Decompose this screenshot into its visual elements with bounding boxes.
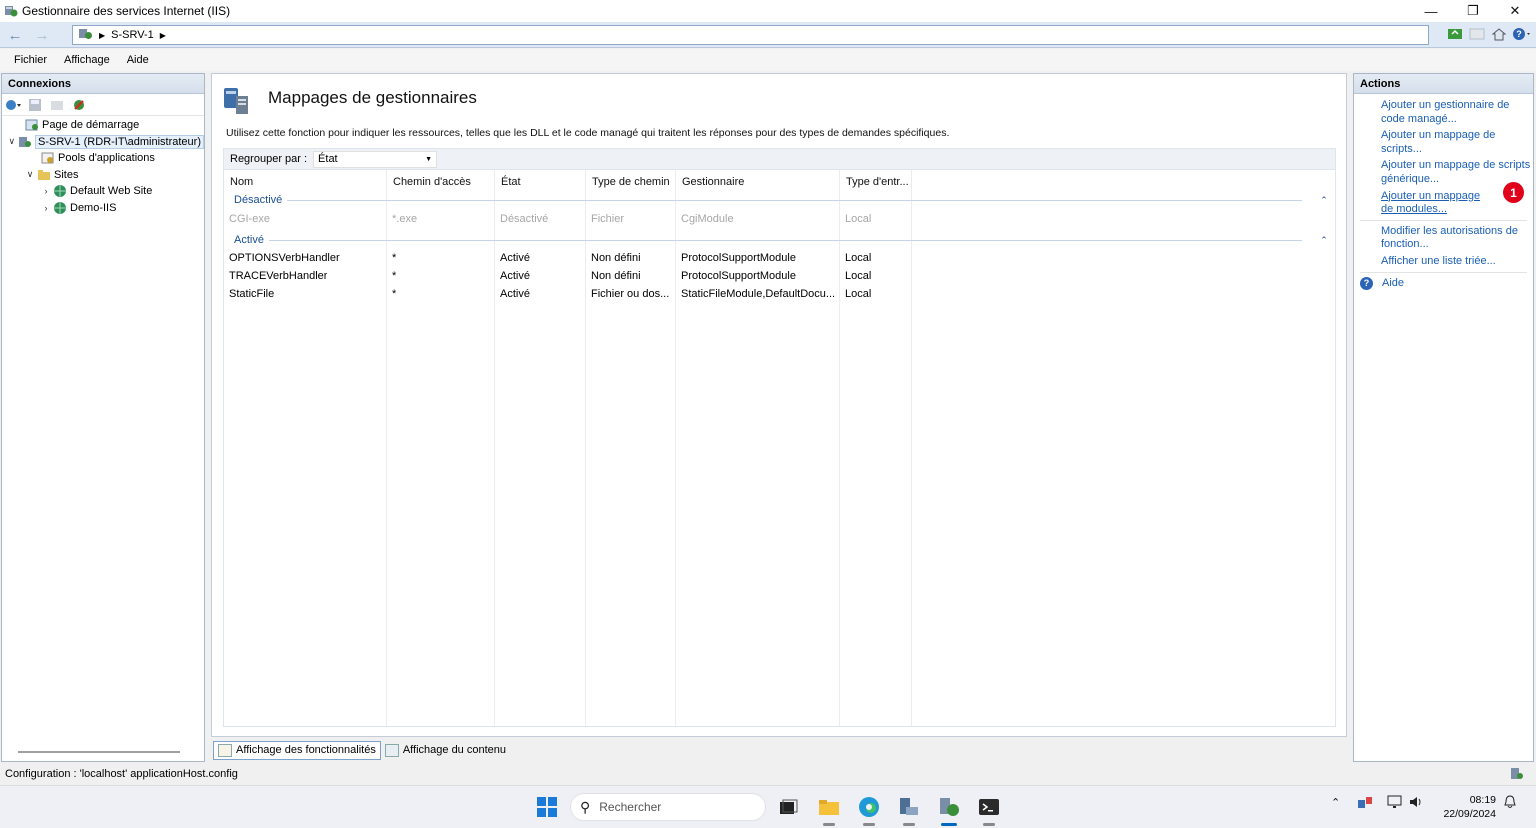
address-row: ← → ▶ S-SRV-1 ▶ ?	[0, 22, 1536, 48]
group-by-select[interactable]: État ▼	[313, 150, 438, 168]
view-ordered-list-link[interactable]: Afficher une liste triée...	[1354, 255, 1533, 269]
group-by-bar: Regrouper par : État ▼	[223, 148, 1336, 170]
sites-folder-icon	[36, 168, 52, 182]
help-dropdown-icon[interactable]: ?	[1512, 25, 1530, 43]
volume-icon[interactable]	[1408, 794, 1424, 813]
minimize-icon[interactable]: —	[1410, 0, 1452, 22]
tree-item-app-pools[interactable]: Pools d'applications	[2, 150, 204, 167]
close-icon[interactable]: ✕	[1494, 0, 1536, 22]
status-server-icon	[1510, 767, 1524, 781]
taskbar-search[interactable]: ⚲ Rechercher	[570, 793, 766, 821]
table-row[interactable]: StaticFile * Activé Fichier ou dos... St…	[223, 285, 1336, 303]
expand-chevron-icon[interactable]: ›	[40, 186, 52, 196]
network-adapter-icon[interactable]	[1357, 794, 1373, 813]
search-icon: ⚲	[580, 798, 591, 815]
tree-item-start-page[interactable]: Page de démarrage	[2, 117, 204, 134]
server-manager-icon[interactable]	[897, 795, 921, 826]
iis-app-icon	[4, 4, 18, 18]
menu-fichier[interactable]: Fichier	[14, 54, 47, 66]
restore-icon[interactable]: ❐	[1452, 0, 1494, 22]
breadcrumb-server[interactable]: S-SRV-1	[111, 29, 154, 41]
content-view-icon	[384, 743, 399, 757]
server-icon	[79, 28, 93, 43]
connections-panel: Connexions Page de démarrage ∨ S-SRV-1 (…	[1, 73, 205, 762]
server-icon	[18, 135, 33, 149]
edit-feature-permissions-link[interactable]: Modifier les autorisations de fonction..…	[1354, 225, 1533, 252]
tab-features-view[interactable]: Affichage des fonctionnalités	[213, 740, 381, 760]
file-explorer-icon[interactable]	[817, 795, 841, 826]
collapse-chevron-icon[interactable]: ∨	[6, 136, 18, 147]
expand-chevron-icon[interactable]: ›	[40, 203, 52, 213]
status-text: Configuration : 'localhost' applicationH…	[5, 768, 238, 780]
taskbar: ⚲ Rechercher ⌃ 08:19 22/09/2024	[0, 785, 1536, 828]
iis-manager-taskbar-icon[interactable]	[937, 795, 961, 826]
group-header-disabled[interactable]: Désactivé ⌃	[223, 191, 1336, 209]
table-row[interactable]: OPTIONSVerbHandler * Activé Non défini P…	[223, 249, 1336, 267]
edge-browser-icon[interactable]	[857, 795, 881, 826]
save-icon[interactable]	[27, 97, 43, 113]
view-tabs: Affichage des fonctionnalités Affichage …	[213, 740, 510, 760]
step-badge: 1	[1503, 182, 1524, 203]
window-title: Gestionnaire des services Internet (IIS)	[22, 4, 231, 18]
taskview-icon[interactable]	[777, 795, 801, 819]
actions-panel: Actions Ajouter un gestionnaire de code …	[1353, 73, 1534, 762]
collapse-group-icon[interactable]: ⌃	[1318, 195, 1330, 206]
breadcrumb-arrow-icon[interactable]: ▶	[160, 31, 166, 40]
page-title: Mappages de gestionnaires	[268, 88, 477, 107]
menu-affichage[interactable]: Affichage	[64, 54, 110, 66]
start-page-icon	[24, 118, 40, 132]
collapse-group-icon[interactable]: ⌃	[1318, 235, 1330, 246]
add-script-map-link[interactable]: Ajouter un mappage de scripts...	[1354, 129, 1533, 156]
globe-icon	[52, 201, 68, 215]
svg-text:?: ?	[1516, 29, 1522, 39]
windows-start-icon[interactable]	[537, 797, 557, 817]
tree-item-sites[interactable]: ∨ Sites	[2, 167, 204, 184]
table-row[interactable]: TRACEVerbHandler * Activé Non défini Pro…	[223, 267, 1336, 285]
terminal-icon[interactable]	[977, 795, 1001, 826]
refresh-icon[interactable]	[1446, 25, 1464, 43]
app-pools-icon	[40, 151, 56, 165]
menu-bar: Fichier Affichage Aide	[0, 49, 1536, 71]
connections-header: Connexions	[2, 74, 204, 94]
page-description: Utilisez cette fonction pour indiquer le…	[226, 127, 950, 139]
status-bar: Configuration : 'localhost' applicationH…	[0, 764, 1536, 784]
up-level-icon[interactable]	[49, 97, 65, 113]
stop-icon[interactable]	[1468, 25, 1486, 43]
tree-item-server[interactable]: ∨ S-SRV-1 (RDR-IT\administrateur)	[2, 134, 204, 151]
tree-item-demo-iis[interactable]: › Demo-IIS	[2, 200, 204, 217]
table-row[interactable]: CGI-exe *.exe Désactivé Fichier CgiModul…	[223, 210, 1336, 228]
title-bar: Gestionnaire des services Internet (IIS)…	[0, 0, 1536, 22]
connections-tree: Page de démarrage ∨ S-SRV-1 (RDR-IT\admi…	[2, 116, 204, 216]
group-by-label: Regrouper par :	[230, 153, 308, 165]
help-icon: ?	[1360, 276, 1373, 290]
back-arrow-icon[interactable]: ←	[5, 25, 25, 45]
grid-body: Désactivé ⌃ CGI-exe *.exe Désactivé Fich…	[223, 170, 1336, 310]
add-wildcard-script-map-link[interactable]: Ajouter un mappage de scripts générique.…	[1354, 159, 1533, 186]
connections-toolbar	[2, 94, 204, 116]
tree-item-default-web-site[interactable]: › Default Web Site	[2, 183, 204, 200]
address-bar[interactable]: ▶ S-SRV-1 ▶	[72, 25, 1429, 45]
dropdown-arrow-icon: ▼	[425, 155, 433, 163]
handler-mappings-icon	[222, 86, 252, 116]
home-icon[interactable]	[1490, 25, 1508, 43]
tab-content-view[interactable]: Affichage du contenu	[381, 741, 510, 760]
disconnect-icon[interactable]	[71, 97, 87, 113]
network-icon[interactable]	[1387, 794, 1403, 813]
forward-arrow-icon[interactable]: →	[32, 25, 52, 45]
breadcrumb-arrow-icon: ▶	[99, 30, 106, 40]
menu-aide[interactable]: Aide	[127, 54, 149, 66]
notification-bell-icon[interactable]	[1503, 794, 1517, 813]
features-view-icon	[218, 743, 232, 757]
connect-icon[interactable]	[5, 97, 21, 113]
actions-header: Actions	[1354, 74, 1533, 94]
collapse-chevron-icon[interactable]: ∨	[24, 169, 36, 180]
horizontal-scrollbar[interactable]	[18, 751, 180, 753]
taskbar-clock[interactable]: 08:19 22/09/2024	[1440, 793, 1496, 821]
globe-icon	[52, 184, 68, 198]
group-header-enabled[interactable]: Activé ⌃	[223, 231, 1336, 249]
add-managed-handler-link[interactable]: Ajouter un gestionnaire de code managé..…	[1354, 99, 1533, 126]
help-action[interactable]: ? Aide	[1354, 276, 1533, 290]
show-hidden-icons-chevron-icon[interactable]: ⌃	[1331, 796, 1340, 809]
